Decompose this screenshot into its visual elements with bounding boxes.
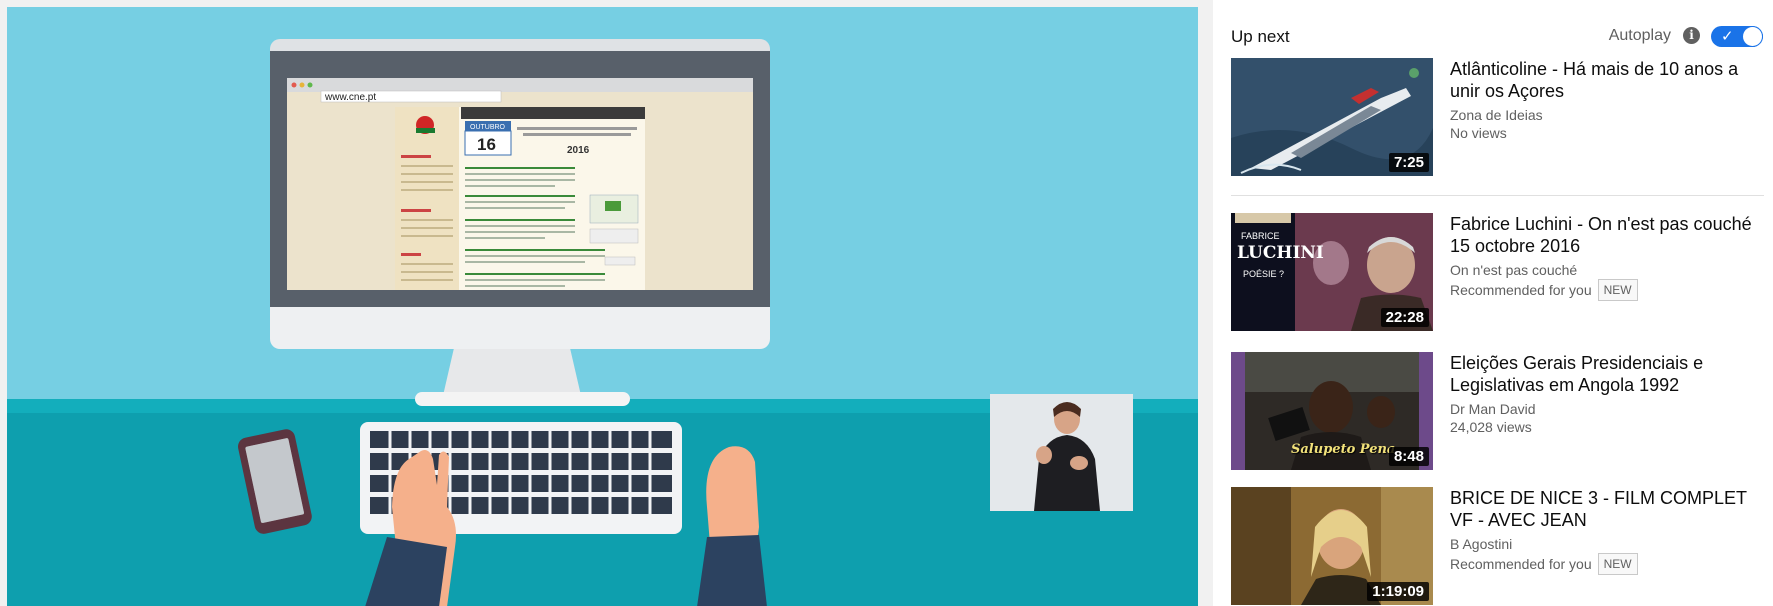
video-thumbnail[interactable]: 7:25 — [1231, 58, 1433, 176]
video-views: Recommended for you NEW — [1450, 553, 1770, 575]
checkmark-icon: ✓ — [1721, 28, 1734, 45]
thumb-caption-1: FABRICE — [1241, 231, 1280, 241]
video-card[interactable]: FABRICE LUCHINI POÉSIE ? 22:28 Fabrice L… — [1231, 213, 1771, 331]
video-duration: 1:19:09 — [1367, 582, 1429, 601]
views-text: No views — [1450, 125, 1507, 141]
up-next-sidebar: Up next Autoplay i ✓ 7:25 Atlânticoline … — [1213, 0, 1773, 606]
views-text: Recommended for you — [1450, 556, 1592, 572]
channel-name[interactable]: Dr Man David — [1450, 400, 1770, 418]
channel-name[interactable]: B Agostini — [1450, 535, 1770, 553]
video-views: 24,028 views — [1450, 418, 1770, 436]
video-card[interactable]: Salupeto Pena 8:48 Eleições Gerais Presi… — [1231, 352, 1771, 470]
video-duration: 22:28 — [1380, 308, 1429, 327]
video-duration: 8:48 — [1388, 447, 1429, 466]
up-next-title: Up next — [1231, 27, 1290, 46]
page-day: 16 — [477, 135, 496, 154]
thumb-caption-2: LUCHINI — [1237, 243, 1324, 263]
new-badge: NEW — [1597, 553, 1638, 575]
autoplay-toggle[interactable]: ✓ — [1711, 26, 1763, 47]
new-badge: NEW — [1597, 279, 1638, 301]
url-text: www.cne.pt — [324, 92, 376, 103]
toggle-knob — [1743, 27, 1762, 46]
views-text: 24,028 views — [1450, 419, 1532, 435]
video-meta: Eleições Gerais Presidenciais e Legislat… — [1450, 352, 1770, 436]
page-month: OUTUBRO — [470, 124, 506, 131]
video-thumbnail[interactable]: Salupeto Pena 8:48 — [1231, 352, 1433, 470]
video-card[interactable]: 7:25 Atlânticoline - Há mais de 10 anos … — [1231, 58, 1771, 176]
video-meta: BRICE DE NICE 3 - FILM COMPLET VF - AVEC… — [1450, 487, 1770, 575]
channel-name[interactable]: On n'est pas couché — [1450, 261, 1770, 279]
video-title[interactable]: Fabrice Luchini - On n'est pas couché 15… — [1450, 213, 1770, 257]
video-views: No views — [1450, 124, 1770, 142]
video-views: Recommended for you NEW — [1450, 279, 1770, 301]
up-next-header: Up next Autoplay i ✓ — [1231, 24, 1771, 50]
video-meta: Atlânticoline - Há mais de 10 anos a uni… — [1450, 58, 1770, 142]
thumb-caption-3: POÉSIE ? — [1243, 269, 1285, 279]
video-title[interactable]: Eleições Gerais Presidenciais e Legislat… — [1450, 352, 1770, 396]
thumb-caption: Salupeto Pena — [1291, 442, 1396, 457]
autoplay-label: Autoplay — [1608, 27, 1671, 44]
video-thumbnail[interactable]: 1:19:09 — [1231, 487, 1433, 605]
info-icon[interactable]: i — [1683, 27, 1700, 44]
video-thumbnail[interactable]: FABRICE LUCHINI POÉSIE ? 22:28 — [1231, 213, 1433, 331]
video-title[interactable]: Atlânticoline - Há mais de 10 anos a uni… — [1450, 58, 1770, 102]
video-card[interactable]: 1:19:09 BRICE DE NICE 3 - FILM COMPLET V… — [1231, 487, 1771, 605]
video-frame: www.cne.pt OUTUBRO 16 2016 — [7, 7, 1198, 606]
section-divider — [1231, 195, 1764, 196]
channel-name[interactable]: Zona de Ideias — [1450, 106, 1770, 124]
video-player[interactable]: www.cne.pt OUTUBRO 16 2016 — [7, 7, 1198, 606]
video-title[interactable]: BRICE DE NICE 3 - FILM COMPLET VF - AVEC… — [1450, 487, 1770, 531]
page-year: 2016 — [567, 145, 590, 156]
video-meta: Fabrice Luchini - On n'est pas couché 15… — [1450, 213, 1770, 301]
video-duration: 7:25 — [1388, 153, 1429, 172]
views-text: Recommended for you — [1450, 282, 1592, 298]
